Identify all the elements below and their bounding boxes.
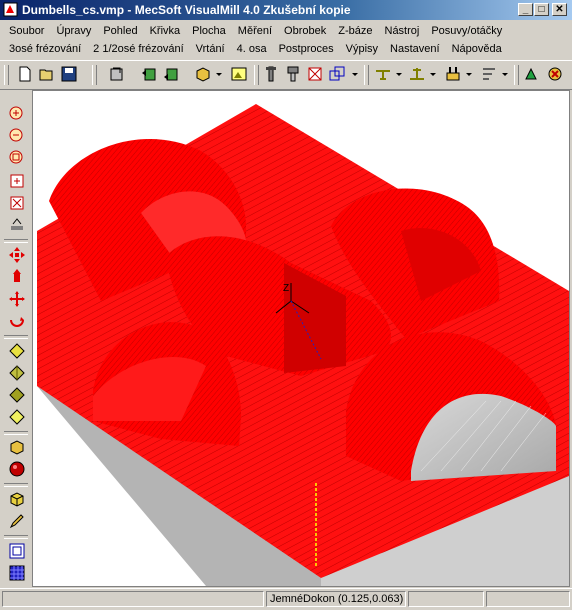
new-file-icon[interactable]: [16, 65, 34, 83]
toolbar-separator: [4, 431, 28, 435]
view-back-icon[interactable]: [162, 65, 180, 83]
menu-z-baze[interactable]: Z-báze: [332, 22, 378, 40]
tool-icon[interactable]: [262, 65, 280, 83]
menu-2-5ose-frezovani[interactable]: 2 1/2osé frézování: [87, 40, 190, 58]
toolbar-grip[interactable]: [254, 65, 259, 85]
menu-row-1: Soubor Úpravy Pohled Křivka Plocha Měřen…: [3, 22, 508, 40]
zoom-fit-icon[interactable]: [8, 149, 26, 167]
menu-upravy[interactable]: Úpravy: [50, 22, 97, 40]
save-icon[interactable]: [60, 65, 78, 83]
toolbar-separator: [4, 335, 28, 339]
stop-simulate-icon[interactable]: [546, 65, 564, 83]
menu-vrtani[interactable]: Vrtání: [190, 40, 231, 58]
menu-plocha[interactable]: Plocha: [186, 22, 232, 40]
dynamic-rotate-icon[interactable]: [8, 268, 26, 286]
dropdown-arrow-icon[interactable]: [216, 73, 222, 76]
view-side-icon[interactable]: [8, 386, 26, 404]
window-icon[interactable]: [8, 542, 26, 560]
window-title: Dumbells_cs.vmp - MecSoft VisualMill 4.0…: [22, 3, 351, 17]
zoom-in-icon[interactable]: [8, 105, 26, 123]
zoom-extents-icon[interactable]: [8, 194, 26, 212]
pan-icon[interactable]: [8, 246, 26, 264]
menu-postproces[interactable]: Postproces: [273, 40, 340, 58]
status-panel-main: [2, 591, 264, 607]
axis-z-label: Z: [283, 283, 290, 294]
shade-icon[interactable]: [8, 438, 26, 456]
menu-3ose-frezovani[interactable]: 3osé frézování: [3, 40, 87, 58]
menu-4-osa[interactable]: 4. osa: [231, 40, 273, 58]
status-panel-extra2: [486, 591, 570, 607]
view-front-shade-icon[interactable]: [8, 408, 26, 426]
drill-icon[interactable]: [444, 65, 462, 83]
view-top-icon[interactable]: [8, 342, 26, 360]
feed-icon[interactable]: [480, 65, 498, 83]
refresh-icon[interactable]: [108, 65, 126, 83]
zoom-window-icon[interactable]: [8, 172, 26, 190]
menu-row-2: 3osé frézování 2 1/2osé frézování Vrtání…: [3, 40, 508, 58]
menu-krivka[interactable]: Křivka: [144, 22, 187, 40]
edit-icon[interactable]: [8, 512, 26, 530]
zoom-out-icon[interactable]: [8, 127, 26, 145]
dropdown-arrow-icon[interactable]: [430, 73, 436, 76]
grid-icon[interactable]: [8, 564, 26, 582]
menu-vypisy[interactable]: Výpisy: [340, 40, 384, 58]
part-icon[interactable]: [8, 490, 26, 508]
section-icon[interactable]: [8, 216, 26, 234]
menu-soubor[interactable]: Soubor: [3, 22, 50, 40]
minimize-button[interactable]: _: [518, 3, 533, 16]
toolbar-separator: [4, 483, 28, 487]
menu-napoveda[interactable]: Nápověda: [446, 40, 508, 58]
toolbar-grip[interactable]: [4, 65, 9, 85]
toolbar-separator: [4, 239, 28, 243]
sphere-icon[interactable]: [8, 460, 26, 478]
toolbar-separator: [4, 535, 28, 539]
dropdown-arrow-icon[interactable]: [352, 73, 358, 76]
simulate-icon[interactable]: [522, 65, 540, 83]
tool-holder-icon[interactable]: [284, 65, 302, 83]
app-icon: [3, 2, 18, 17]
stock-box-icon[interactable]: [194, 65, 212, 83]
move-icon[interactable]: [8, 290, 26, 308]
toolbar-grip[interactable]: [364, 65, 369, 85]
dropdown-arrow-icon[interactable]: [396, 73, 402, 76]
open-folder-icon[interactable]: [38, 65, 56, 83]
picture-icon[interactable]: [230, 65, 248, 83]
main-toolbar: [0, 60, 572, 90]
toolpath-icon[interactable]: [374, 65, 392, 83]
menu-pohled[interactable]: Pohled: [97, 22, 143, 40]
status-panel-extra1: [408, 591, 484, 607]
3d-viewport[interactable]: Z: [32, 90, 570, 587]
menu-mereni[interactable]: Měření: [232, 22, 278, 40]
menu-bar: Soubor Úpravy Pohled Křivka Plocha Měřen…: [0, 20, 572, 60]
view-toolbar: [0, 90, 32, 587]
mirror-icon[interactable]: [306, 65, 324, 83]
menu-nastaveni[interactable]: Nastavení: [384, 40, 446, 58]
maximize-button[interactable]: □: [534, 3, 549, 16]
toolpath-scene: [37, 104, 569, 586]
status-coords: JemnéDokon (0.125,0.063): [266, 591, 406, 607]
dropdown-arrow-icon[interactable]: [502, 73, 508, 76]
close-button[interactable]: ✕: [552, 3, 567, 16]
status-bar: JemnéDokon (0.125,0.063): [0, 588, 572, 610]
toolbar-grip[interactable]: [514, 65, 519, 85]
menu-nastroj[interactable]: Nástroj: [379, 22, 426, 40]
rotate-z-icon[interactable]: [8, 312, 26, 330]
view-iso-icon[interactable]: [8, 364, 26, 382]
menu-posuvy[interactable]: Posuvy/otáčky: [425, 22, 508, 40]
dropdown-arrow-icon[interactable]: [466, 73, 472, 76]
title-bar: Dumbells_cs.vmp - MecSoft VisualMill 4.0…: [0, 0, 572, 20]
toolbar-grip[interactable]: [92, 65, 97, 85]
menu-obrobek[interactable]: Obrobek: [278, 22, 332, 40]
view-front-icon[interactable]: [140, 65, 158, 83]
transform-icon[interactable]: [328, 65, 346, 83]
level-icon[interactable]: [408, 65, 426, 83]
